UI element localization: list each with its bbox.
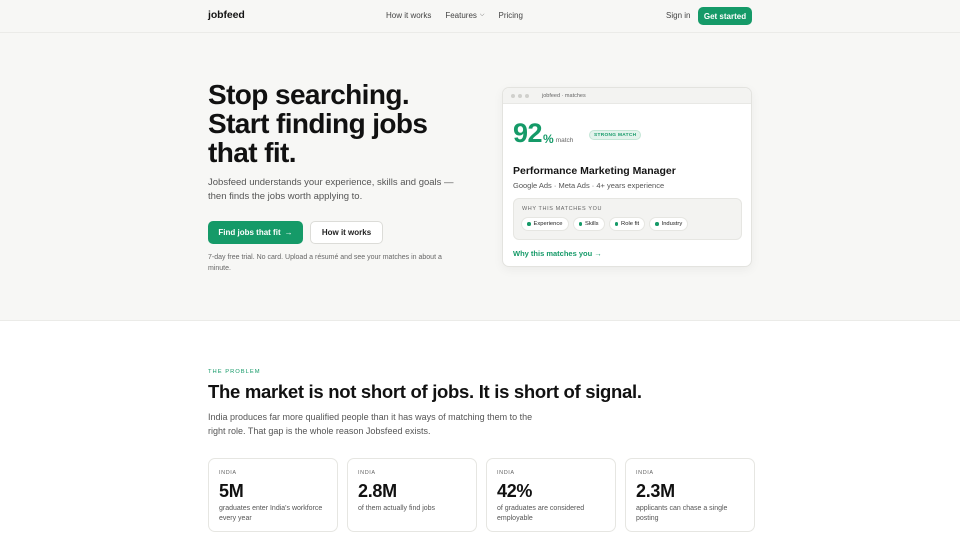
card-window-bar: jobfeed · matches: [503, 88, 751, 104]
chip-experience: Experience: [521, 217, 569, 231]
match-score-value: 92: [513, 118, 543, 148]
nav-link-pricing[interactable]: Pricing: [498, 11, 522, 20]
stat-value: 2.8M: [358, 481, 397, 501]
problem-title: The market is not short of jobs. It is s…: [208, 381, 642, 402]
arrow-right-icon: →: [284, 228, 293, 237]
hero-title-line-2: Start finding jobs: [208, 108, 428, 139]
why-matches-link-label: Why this matches you: [513, 249, 593, 258]
match-score-label: match: [555, 137, 574, 144]
stat-value: 42%: [497, 481, 533, 501]
chip-label: Experience: [533, 221, 563, 227]
how-it-works-button[interactable]: How it works: [310, 221, 383, 244]
chip-label: Industry: [661, 221, 683, 227]
dot-icon: [655, 222, 659, 226]
chip-skills: Skills: [572, 217, 605, 231]
chip-industry: Industry: [649, 217, 689, 231]
chip-label: Skills: [585, 221, 599, 227]
nav-link-features-label: Features: [445, 11, 477, 20]
problem-eyebrow: THE PROBLEM: [208, 369, 261, 375]
window-dot-icon: [511, 93, 515, 98]
hero-title-line-1: Stop searching.: [208, 79, 410, 110]
dot-icon: [614, 222, 619, 226]
dot-icon: [578, 222, 583, 226]
match-score: 92 % match: [513, 118, 574, 148]
stat-value: 2.3M: [636, 481, 675, 501]
stats-row: INDIA 5M graduates enter India's workfor…: [208, 458, 755, 532]
match-reason-chips: Experience Skills Role fit Industry: [521, 217, 689, 231]
job-title: Performance Marketing Manager: [513, 165, 676, 177]
arrow-right-icon: →: [594, 249, 602, 258]
match-percent-sign: %: [543, 132, 554, 146]
why-matches-box: WHY THIS MATCHES YOU Experience Skills R…: [513, 198, 742, 240]
match-card: jobfeed · matches 92 % match STRONG MATC…: [502, 87, 752, 267]
stat-description: graduates enter India's workforce every …: [219, 505, 323, 522]
stat-region: INDIA: [358, 470, 376, 476]
strong-match-badge: STRONG MATCH: [589, 130, 642, 140]
stat-card: INDIA 42% of graduates are considered em…: [486, 458, 616, 532]
hero-title-line-3: that fit.: [208, 137, 297, 168]
window-dot-icon: [525, 93, 529, 98]
why-matches-label: WHY THIS MATCHES YOU: [522, 206, 603, 212]
stat-card: INDIA 2.3M applicants can chase a single…: [625, 458, 755, 532]
chevron-down-icon: ⌵: [479, 12, 485, 18]
stat-description: applicants can chase a single posting: [636, 505, 728, 522]
job-meta: Google Ads · Meta Ads · 4+ years experie…: [513, 181, 665, 190]
problem-body: India produces far more qualified people…: [208, 412, 533, 436]
stat-card: INDIA 2.8M of them actually find jobs: [347, 458, 477, 532]
hero-section: Stop searching. Start finding jobs that …: [0, 33, 960, 321]
top-nav: jobfeed How it works Features ⌵ Pricing …: [0, 0, 960, 33]
hero-title: Stop searching. Start finding jobs that …: [208, 80, 468, 167]
nav-link-how-it-works[interactable]: How it works: [386, 11, 431, 20]
trial-note: 7-day free trial. No card. Upload a résu…: [208, 254, 442, 272]
stat-description: of them actually find jobs: [358, 505, 436, 512]
hero-subtitle: Jobsfeed understands your experience, sk…: [208, 177, 454, 202]
chip-label: Role fit: [621, 221, 640, 227]
nav-links: How it works Features ⌵ Pricing: [386, 11, 523, 20]
stat-region: INDIA: [636, 470, 654, 476]
stat-description: of graduates are considered employable: [497, 505, 585, 522]
stat-card: INDIA 5M graduates enter India's workfor…: [208, 458, 338, 532]
why-matches-link[interactable]: Why this matches you →: [513, 249, 602, 258]
card-window-title: jobfeed · matches: [542, 92, 586, 99]
window-dot-icon: [518, 93, 522, 98]
chip-role-fit: Role fit: [608, 217, 646, 231]
nav-link-features[interactable]: Features ⌵: [445, 11, 484, 20]
find-jobs-button[interactable]: Find jobs that fit →: [208, 221, 303, 244]
get-started-button[interactable]: Get started: [698, 7, 752, 25]
stat-value: 5M: [219, 481, 244, 501]
stat-region: INDIA: [497, 470, 515, 476]
stat-region: INDIA: [219, 470, 237, 476]
brand-logo[interactable]: jobfeed: [208, 9, 245, 21]
find-jobs-button-label: Find jobs that fit: [218, 228, 281, 237]
sign-in-link[interactable]: Sign in: [666, 11, 690, 20]
dot-icon: [527, 222, 531, 226]
